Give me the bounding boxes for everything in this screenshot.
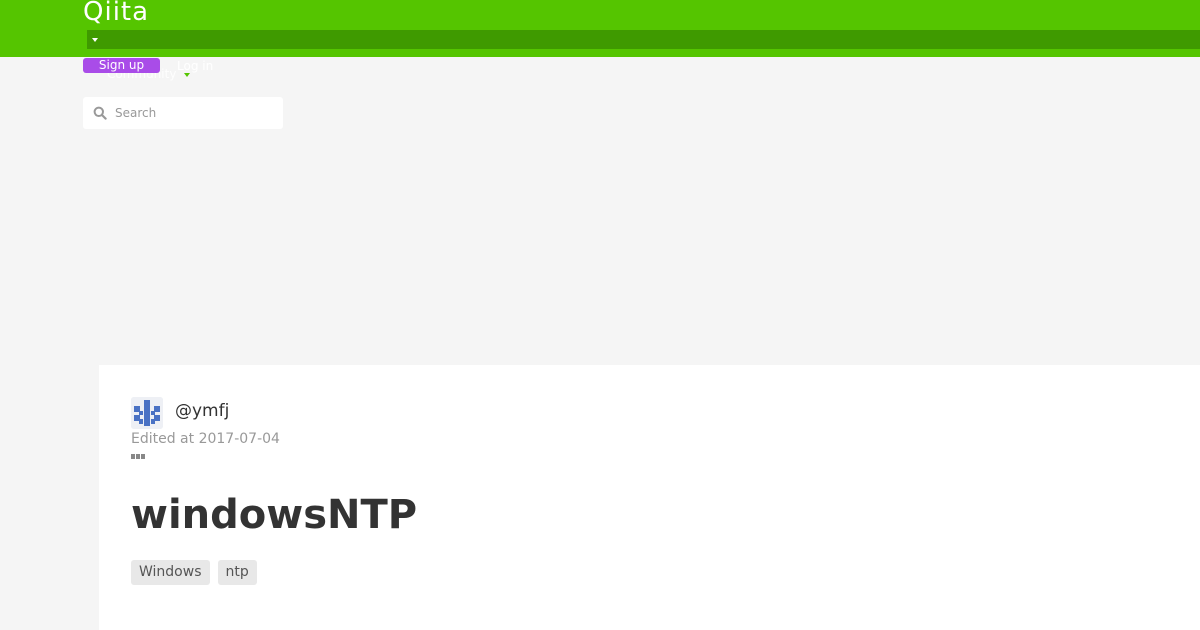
article-card: @ymfj Edited at 2017-07-04 windowsNTP Wi…: [99, 365, 1200, 630]
article-title: windowsNTP: [131, 492, 418, 538]
header-bar: [87, 30, 1200, 49]
search-box[interactable]: [83, 97, 283, 129]
chevron-down-icon[interactable]: [92, 38, 98, 42]
tag-list: Windows ntp: [131, 560, 257, 585]
signup-button[interactable]: Sign up: [83, 58, 160, 73]
login-link[interactable]: Log in: [177, 59, 213, 74]
search-input[interactable]: [113, 97, 280, 129]
identicon-icon: [131, 397, 163, 429]
tag-windows[interactable]: Windows: [131, 560, 210, 585]
edited-date: Edited at 2017-07-04: [131, 431, 280, 447]
search-icon: [93, 106, 107, 120]
avatar[interactable]: [131, 397, 163, 429]
qiita-logo[interactable]: Qiita: [83, 0, 149, 27]
tag-ntp[interactable]: ntp: [217, 560, 257, 585]
site-header: Qiita: [0, 0, 1200, 57]
author-username[interactable]: @ymfj: [175, 400, 229, 422]
more-icon[interactable]: [131, 453, 146, 461]
